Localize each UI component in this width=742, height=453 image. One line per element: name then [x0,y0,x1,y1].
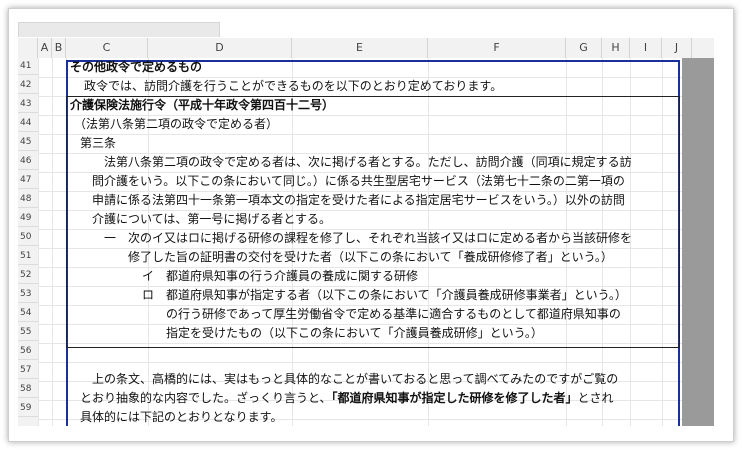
row-header[interactable]: 42 [18,77,38,94]
subitem-mark: ロ [142,288,155,302]
subitem-mark: イ [142,269,155,283]
column-header-bar: A B C D E F G H I J [18,38,714,59]
article-body-line: 法第八条第二項の政令で定める者は、次に掲げる者とする。ただし、訪問介護（同項に規… [104,155,632,169]
row-header[interactable]: 52 [18,267,38,284]
column-header-c[interactable]: C [66,38,148,58]
row-header[interactable]: 49 [18,210,38,227]
item-text-line: 次のイ又はロに掲げる研修の課程を修了し、それぞれ当該イ又はロに定める者から当該研… [128,231,633,245]
column-header-h[interactable]: H [602,38,630,58]
row-header[interactable]: 46 [18,153,38,170]
article-body-line: 申請に係る法第四十一条第一項本文の指定を受けた者による指定居宅サービスをいう。）… [92,193,625,207]
column-header-b[interactable]: B [52,38,66,58]
row-header[interactable]: 54 [18,305,38,322]
subitem-text: 都道府県知事の行う介護員の養成に関する研修 [166,269,419,283]
intro-text: 政令では、訪問介護を行うことができるものを以下のとおり定めております。 [84,79,503,93]
article-body-line: 介護については、第一号に掲げる者とする。 [92,212,332,226]
row-header[interactable]: 53 [18,286,38,303]
article-number: 第三条 [80,136,117,150]
row-header[interactable]: 45 [18,134,38,151]
law-title: 介護保険法施行令（平成十年政令第四百十二号） [70,98,335,112]
select-all-corner[interactable] [18,38,38,58]
subitem-text: 指定を受けたもの（以下この条において「介護員養成研修」という。） [166,326,543,340]
column-header-f[interactable]: F [428,38,566,58]
commentary-emphasis: 「都道府県知事が指定した研修を修了した者」 [331,391,578,405]
subitem-text: の行う研修であって厚生労働省令で定める基準に適合するものとして都道府県知事の [166,307,621,321]
article-body-line: 問介護をいう。以下この条において同じ。）に係る共生型居宅サービス（法第七十二条の… [92,174,625,188]
commentary-line: 上の条文、高橋的には、実はもっと具体的なことが書いておると思って調べてみたのです… [92,372,619,386]
commentary-line: とおり抽象的な内容でした。ざっくり言うと、「都道府県知事が指定した研修を修了した… [80,390,614,407]
row-header[interactable]: 48 [18,191,38,208]
section-heading: その他政令で定めるもの [70,60,203,74]
column-header-i[interactable]: I [630,38,662,58]
item-text-line: 修了した旨の証明書の交付を受けた者（以下この条において「養成研修修了者」という。… [128,250,613,264]
row-header[interactable]: 43 [18,96,38,113]
row-header[interactable]: 55 [18,324,38,341]
article-caption: （法第八条第二項の政令で定める者） [74,117,279,131]
row-header[interactable]: 56 [18,343,38,360]
subitem-text: 都道府県知事が指定する者（以下この条において「介護員養成研修事業者」という。） [166,288,627,302]
row-header[interactable]: 50 [18,229,38,246]
column-header-a[interactable]: A [38,38,52,58]
commentary-line: 具体的には下記のとおりとなります。 [80,410,283,424]
row-header-bar: 41 42 43 44 45 46 47 48 49 50 51 52 53 5… [18,58,39,426]
row-header[interactable]: 58 [18,381,38,398]
item-number: 一 [104,231,117,245]
commentary-text: とされ [577,391,614,405]
sheet-tab-strip [18,22,220,37]
commentary-text: とおり抽象的な内容でした。ざっくり言うと、 [80,391,332,405]
column-header-g[interactable]: G [566,38,602,58]
column-header-d[interactable]: D [148,38,292,58]
row-header[interactable]: 51 [18,248,38,265]
row-header[interactable]: 59 [18,400,38,417]
row-header[interactable]: 41 [18,58,38,75]
column-header-j[interactable]: J [662,38,692,58]
row-header[interactable]: 57 [18,362,38,379]
column-header-e[interactable]: E [292,38,428,58]
offscreen-area [682,58,714,426]
row-header[interactable]: 44 [18,115,38,132]
row-header[interactable]: 47 [18,172,38,189]
